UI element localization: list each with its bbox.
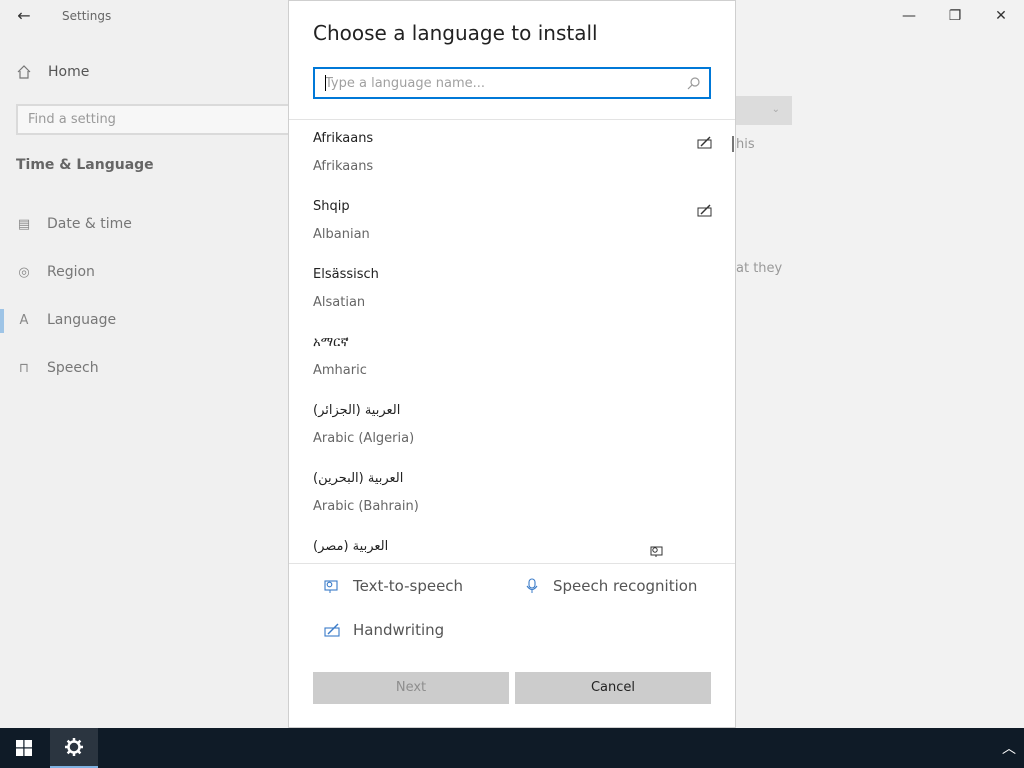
sidebar-item-label: Language xyxy=(47,312,117,328)
language-item[interactable]: Shqip Albanian xyxy=(313,188,713,256)
close-icon[interactable]: ✕ xyxy=(978,0,1024,32)
text-to-speech-icon xyxy=(650,546,663,557)
taskbar-settings-app[interactable] xyxy=(50,728,98,768)
language-search-box[interactable] xyxy=(313,67,711,99)
language-search-input[interactable] xyxy=(315,69,655,97)
window-controls: — ❐ ✕ xyxy=(886,0,1024,32)
sidebar-item-label: Speech xyxy=(47,360,99,376)
language-item[interactable]: አማርኛ Amharic xyxy=(313,324,713,392)
search-icon xyxy=(687,76,701,90)
language-icon: A xyxy=(19,312,29,328)
restore-icon[interactable]: ❐ xyxy=(932,0,978,32)
legend-label: Speech recognition xyxy=(553,577,698,595)
language-english-name: Arabic (Algeria) xyxy=(313,431,415,446)
taskbar: ︿ xyxy=(0,728,1024,768)
language-item[interactable]: العربية (البحرين) Arabic (Bahrain) xyxy=(313,460,713,528)
sidebar-item-language[interactable]: A Language xyxy=(16,312,117,328)
sidebar-item-home[interactable]: Home xyxy=(16,64,89,80)
find-setting-input[interactable]: Find a setting xyxy=(16,104,306,135)
find-setting-placeholder: Find a setting xyxy=(28,112,116,127)
windows-logo-icon xyxy=(16,740,32,756)
legend-label: Handwriting xyxy=(353,621,445,639)
language-item[interactable]: العربية (الجزائر) Arabic (Algeria) xyxy=(313,392,713,460)
calendar-clock-icon: ▤ xyxy=(17,216,31,232)
sidebar-item-date-time[interactable]: ▤ Date & time xyxy=(16,216,132,232)
cancel-button[interactable]: Cancel xyxy=(515,672,711,704)
language-native-name: Elsässisch xyxy=(313,267,379,282)
list-bottom-separator xyxy=(289,563,735,564)
background-dropdown: ⌄ xyxy=(736,96,792,125)
handwriting-icon xyxy=(324,623,340,637)
language-item[interactable]: Afrikaans Afrikaans xyxy=(313,120,713,188)
language-native-name: Shqip xyxy=(313,199,350,214)
settings-sidebar: ← Settings Home Find a setting Time & La… xyxy=(0,0,306,728)
handwriting-icon xyxy=(697,204,712,217)
language-native-name: العربية (الجزائر) xyxy=(313,403,401,418)
next-button[interactable]: Next xyxy=(313,672,509,704)
background-text-fragment: at they xyxy=(736,261,783,276)
selection-indicator xyxy=(0,309,4,333)
sidebar-item-label: Region xyxy=(47,264,95,280)
language-english-name: Arabic (Bahrain) xyxy=(313,499,419,514)
gear-icon xyxy=(65,738,83,756)
window-title: Settings xyxy=(62,9,112,23)
language-item[interactable]: Elsässisch Alsatian xyxy=(313,256,713,324)
language-native-name: አማርኛ xyxy=(313,335,349,350)
text-caret xyxy=(325,75,326,91)
language-english-name: Amharic xyxy=(313,363,367,378)
language-item[interactable]: العربية (مصر) xyxy=(313,528,713,562)
language-native-name: العربية (البحرين) xyxy=(313,471,404,486)
chevron-up-icon[interactable]: ︿ xyxy=(1002,738,1016,758)
microphone-icon: ⊓ xyxy=(18,360,30,376)
microphone-icon xyxy=(526,578,538,593)
choose-language-dialog: Choose a language to install Afrikaans A… xyxy=(288,0,736,728)
sidebar-item-region[interactable]: ◎ Region xyxy=(16,264,95,280)
language-english-name: Albanian xyxy=(313,227,370,242)
minimize-icon[interactable]: — xyxy=(886,0,932,32)
list-scrollbar[interactable] xyxy=(732,136,734,152)
language-english-name: Alsatian xyxy=(313,295,366,310)
background-text-fragment: his xyxy=(736,137,755,152)
section-title: Time & Language xyxy=(16,157,154,173)
home-icon xyxy=(17,65,31,79)
sidebar-item-label: Home xyxy=(48,64,90,80)
legend-text-to-speech: Text-to-speech xyxy=(323,577,463,595)
start-button[interactable] xyxy=(0,728,48,768)
language-native-name: Afrikaans xyxy=(313,131,374,146)
language-native-name: العربية (مصر) xyxy=(313,539,389,554)
dialog-title: Choose a language to install xyxy=(313,21,598,45)
legend-speech-recognition: Speech recognition xyxy=(523,577,697,595)
handwriting-icon xyxy=(697,136,712,149)
language-list[interactable]: Afrikaans Afrikaans Shqip Albanian Elsäs… xyxy=(289,120,735,562)
sidebar-item-speech[interactable]: ⊓ Speech xyxy=(16,360,99,376)
globe-icon: ◎ xyxy=(18,264,30,280)
legend-label: Text-to-speech xyxy=(353,577,464,595)
legend-handwriting: Handwriting xyxy=(323,621,444,639)
text-to-speech-icon xyxy=(324,580,338,593)
language-english-name: Afrikaans xyxy=(313,159,374,174)
back-arrow-icon[interactable]: ← xyxy=(14,6,34,26)
sidebar-item-label: Date & time xyxy=(47,216,132,232)
